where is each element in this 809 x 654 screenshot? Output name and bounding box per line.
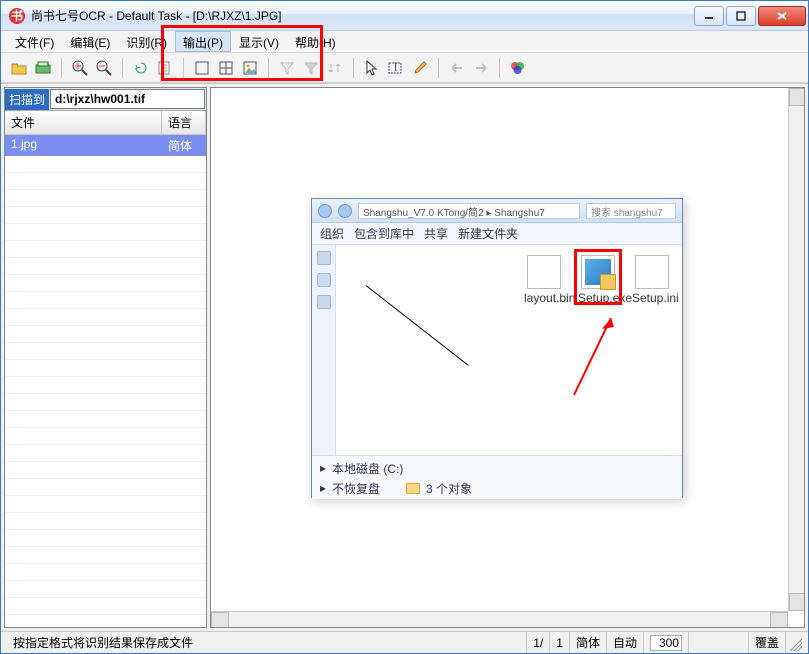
status-overwrite: 覆盖	[749, 632, 786, 653]
nav-back-icon	[318, 204, 332, 218]
window-title: 尚书七号OCR - Default Task - [D:\RJXZ\1.JPG]	[31, 7, 282, 24]
prev-icon[interactable]	[447, 58, 467, 78]
ew-tb-newfolder: 新建文件夹	[458, 225, 518, 242]
embedded-search: 搜索 shangshu7	[586, 203, 676, 219]
maximize-button[interactable]	[726, 6, 756, 26]
menu-recognize[interactable]: 识别(R)	[118, 31, 175, 52]
file-list-header: 文件 语言	[5, 111, 206, 135]
process-icon[interactable]	[155, 58, 175, 78]
statusbar: 按指定格式将识别结果保存成文件 1/ 1 简体 自动 覆盖	[1, 631, 808, 653]
status-message: 按指定格式将识别结果保存成文件	[7, 632, 527, 653]
vertical-scrollbar[interactable]	[788, 88, 804, 611]
ew-tb-org: 组织	[320, 225, 344, 242]
fav-icon	[317, 251, 331, 265]
app-window: 书 尚书七号OCR - Default Task - [D:\RJXZ\1.JP…	[0, 0, 809, 654]
image-canvas[interactable]: Shangshu_V7.0 KTong/简2 ▸ Shangshu7 搜索 sh…	[210, 87, 805, 628]
minimize-button[interactable]	[694, 6, 724, 26]
file-icon-setup-ini: Setup.ini	[632, 255, 672, 305]
rotate-left-icon[interactable]	[131, 58, 151, 78]
pointer-icon[interactable]	[362, 58, 382, 78]
embedded-bottom: ▸本地磁盘 (C:) ▸不恢复盘 3 个对象	[312, 455, 682, 499]
file-icon-layout: layout.bin	[524, 255, 564, 305]
scanner-icon[interactable]	[33, 58, 53, 78]
diagonal-line	[366, 285, 469, 366]
layout-image-icon[interactable]	[240, 58, 260, 78]
file-icon-setup-exe: Setup.exe	[578, 255, 618, 305]
file-lang-cell: 简体	[162, 135, 206, 156]
close-button[interactable]	[758, 6, 806, 26]
menu-help[interactable]: 帮助(H)	[287, 31, 344, 52]
embedded-address: Shangshu_V7.0 KTong/简2 ▸ Shangshu7	[358, 203, 580, 219]
scan-label: 扫描到	[5, 89, 49, 110]
tutorial-arrow-icon	[566, 313, 616, 403]
menu-view[interactable]: 显示(V)	[231, 31, 287, 52]
ew-tb-share: 共享	[424, 225, 448, 242]
window-controls	[692, 6, 806, 26]
embedded-titlebar: Shangshu_V7.0 KTong/简2 ▸ Shangshu7 搜索 sh…	[312, 199, 682, 223]
embedded-body: layout.bin Setup.exe Setup.ini	[312, 245, 682, 455]
open-folder-icon[interactable]	[9, 58, 29, 78]
scan-path-field[interactable]: d:\rjxz\hw001.tif	[50, 89, 205, 109]
main-area: 扫描到 d:\rjxz\hw001.tif 文件 语言 1.jpg 简体	[1, 83, 808, 631]
filter2-icon[interactable]	[301, 58, 321, 78]
next-icon[interactable]	[471, 58, 491, 78]
embedded-toolbar: 组织 包含到库中 共享 新建文件夹	[312, 223, 682, 245]
zoom-input[interactable]	[650, 635, 682, 651]
embedded-content: layout.bin Setup.exe Setup.ini	[336, 245, 682, 455]
status-zoom	[644, 632, 689, 653]
edit-icon[interactable]	[410, 58, 430, 78]
comp-icon	[317, 295, 331, 309]
zoom-in-icon[interactable]	[70, 58, 90, 78]
status-mode-auto: 自动	[607, 632, 644, 653]
file-name-cell: 1.jpg	[5, 135, 162, 156]
empty-rows	[5, 156, 206, 615]
lib-icon	[317, 273, 331, 287]
menubar: 文件(F) 编辑(E) 识别(R) 输出(P) 显示(V) 帮助(H)	[1, 31, 808, 53]
sort-icon[interactable]	[325, 58, 345, 78]
svg-text:T: T	[392, 61, 400, 74]
text-select-icon[interactable]: T	[386, 58, 406, 78]
embedded-file-icons: layout.bin Setup.exe Setup.ini	[524, 255, 672, 305]
file-list-pane: 扫描到 d:\rjxz\hw001.tif 文件 语言 1.jpg 简体	[4, 87, 207, 628]
toolbar: T	[1, 53, 808, 83]
layout-table-icon[interactable]	[216, 58, 236, 78]
nav-fwd-icon	[338, 204, 352, 218]
scan-target-row: 扫描到 d:\rjxz\hw001.tif	[5, 88, 206, 111]
status-mode-lang: 简体	[570, 632, 607, 653]
col-lang[interactable]: 语言	[162, 111, 206, 134]
menu-file[interactable]: 文件(F)	[7, 31, 62, 52]
titlebar: 书 尚书七号OCR - Default Task - [D:\RJXZ\1.JP…	[1, 1, 808, 31]
color-icon[interactable]	[508, 58, 528, 78]
embedded-sidebar	[312, 245, 336, 455]
status-page-current: 1/	[527, 632, 550, 653]
file-row[interactable]: 1.jpg 简体	[5, 135, 206, 156]
menu-edit[interactable]: 编辑(E)	[62, 31, 118, 52]
col-file[interactable]: 文件	[5, 111, 162, 134]
ew-tb-include: 包含到库中	[354, 225, 414, 242]
resize-grip[interactable]	[786, 635, 802, 651]
filter-icon[interactable]	[277, 58, 297, 78]
embedded-explorer-window: Shangshu_V7.0 KTong/简2 ▸ Shangshu7 搜索 sh…	[311, 198, 683, 498]
zoom-out-icon[interactable]	[94, 58, 114, 78]
horizontal-scrollbar[interactable]	[211, 611, 788, 627]
folder-icon	[406, 483, 420, 494]
menu-output[interactable]: 输出(P)	[175, 31, 231, 52]
preview-pane: Shangshu_V7.0 KTong/简2 ▸ Shangshu7 搜索 sh…	[210, 87, 805, 628]
app-icon: 书	[9, 8, 25, 24]
status-spacer	[689, 632, 749, 653]
status-page-total: 1	[550, 632, 570, 653]
file-list[interactable]: 1.jpg 简体	[5, 135, 206, 627]
layout-single-icon[interactable]	[192, 58, 212, 78]
